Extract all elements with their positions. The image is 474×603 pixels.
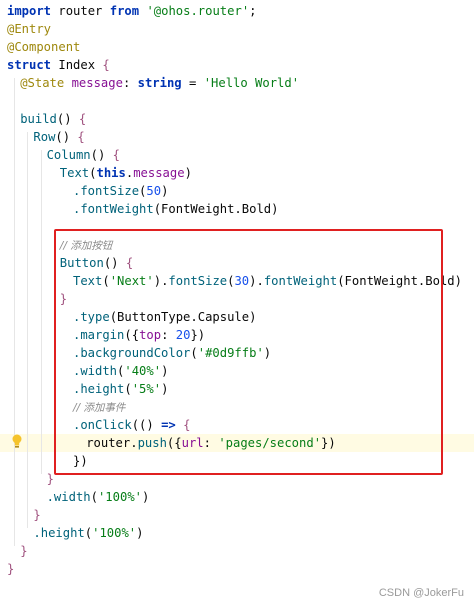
code-line[interactable]: @State message: string = 'Hello World' xyxy=(0,74,474,92)
code-token: string xyxy=(137,76,189,90)
indent-guide xyxy=(40,150,42,474)
code-token: .fontWeight xyxy=(73,202,154,216)
code-line[interactable]: } xyxy=(0,560,474,578)
code-token: { xyxy=(112,148,120,162)
code-token: struct xyxy=(7,58,59,72)
code-line[interactable]: @Entry xyxy=(0,20,474,38)
code-token: ( xyxy=(89,166,97,180)
code-line[interactable]: } xyxy=(0,542,474,560)
code-line[interactable]: import router from '@ohos.router'; xyxy=(0,2,474,20)
code-token: ( xyxy=(84,526,93,540)
code-token: build xyxy=(20,112,57,126)
indent-guide xyxy=(14,78,16,546)
code-token: .width xyxy=(46,490,91,504)
code-line[interactable]: .fontSize(50) xyxy=(0,182,474,200)
code-token: } xyxy=(7,562,15,576)
code-token: import xyxy=(7,4,59,18)
code-token: { xyxy=(77,130,85,144)
code-token: '100%' xyxy=(97,490,142,504)
code-token: ( xyxy=(90,490,98,504)
code-token: @Entry xyxy=(7,22,52,36)
code-token: = xyxy=(189,76,204,90)
code-token: message xyxy=(133,166,185,180)
code-token: Row xyxy=(33,130,56,144)
code-line[interactable]: Column() { xyxy=(0,146,474,164)
code-token: () xyxy=(90,148,113,162)
code-token: Column xyxy=(46,148,91,162)
code-line[interactable]: struct Index { xyxy=(0,56,474,74)
code-token: '@ohos.router' xyxy=(146,4,250,18)
code-line[interactable]: .fontWeight(FontWeight.Bold) xyxy=(0,200,474,218)
code-token: ) xyxy=(184,166,192,180)
code-token: ) xyxy=(136,526,144,540)
code-token: (FontWeight.Bold) xyxy=(153,202,279,216)
code-token: message xyxy=(71,76,123,90)
code-token: Text xyxy=(59,166,90,180)
code-line[interactable]: .height('100%') xyxy=(0,524,474,542)
code-token: from xyxy=(109,4,147,18)
code-token: '100%' xyxy=(92,526,137,540)
highlight-annotation-box xyxy=(54,229,443,475)
code-token: } xyxy=(46,472,54,486)
indent-guide xyxy=(27,132,29,528)
code-token: @Component xyxy=(7,40,81,54)
code-token: .height xyxy=(33,526,85,540)
code-editor[interactable]: import router from '@ohos.router'; @Entry… xyxy=(0,0,474,603)
code-token: 'Hello World' xyxy=(203,76,300,90)
code-line[interactable]: Text(this.message) xyxy=(0,164,474,182)
code-token: ; xyxy=(249,4,257,18)
code-token: } xyxy=(33,508,41,522)
code-token: ) xyxy=(142,490,150,504)
code-token: : xyxy=(122,76,138,90)
code-token: { xyxy=(102,58,110,72)
code-token: .fontSize xyxy=(73,184,140,198)
code-token: Index xyxy=(58,58,103,72)
code-line[interactable] xyxy=(0,92,474,110)
code-token: router xyxy=(58,4,110,18)
watermark: CSDN @JokerFu xyxy=(378,587,464,599)
code-token: ) xyxy=(161,184,169,198)
code-token: } xyxy=(20,544,28,558)
code-token: () xyxy=(55,130,78,144)
code-token: { xyxy=(78,112,87,126)
code-token: this xyxy=(96,166,126,180)
code-token: @State xyxy=(20,76,72,90)
code-line[interactable]: build() { xyxy=(0,110,474,128)
code-line[interactable]: } xyxy=(0,506,474,524)
code-token: 50 xyxy=(146,184,162,198)
lightbulb-icon[interactable] xyxy=(11,433,23,448)
code-line[interactable]: .width('100%') xyxy=(0,488,474,506)
code-line[interactable]: Row() { xyxy=(0,128,474,146)
code-line[interactable]: @Component xyxy=(0,38,474,56)
code-token: () xyxy=(56,112,79,126)
